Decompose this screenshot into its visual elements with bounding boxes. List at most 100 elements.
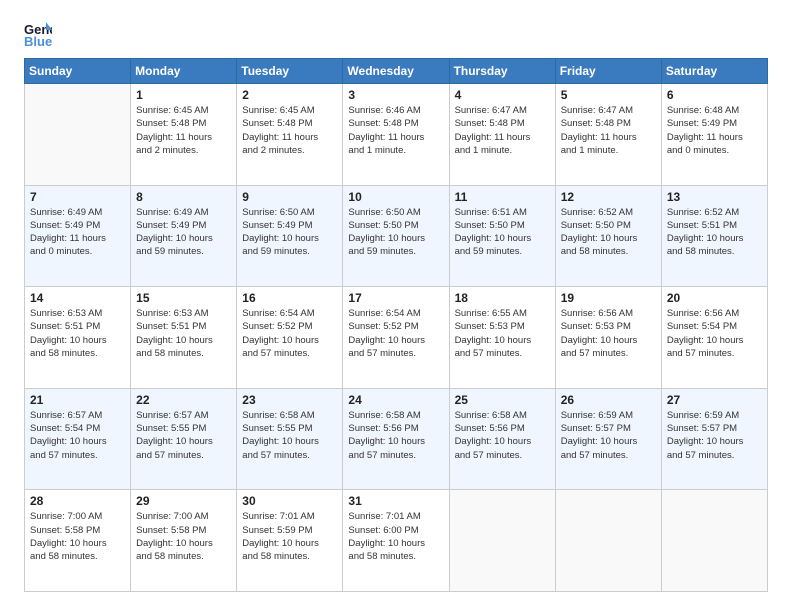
calendar-cell: 19Sunrise: 6:56 AMSunset: 5:53 PMDayligh… [555,287,661,389]
day-info: Sunrise: 7:00 AMSunset: 5:58 PMDaylight:… [136,510,231,563]
day-number: 20 [667,291,762,305]
day-number: 28 [30,494,125,508]
calendar-cell [25,84,131,186]
calendar-cell: 8Sunrise: 6:49 AMSunset: 5:49 PMDaylight… [131,185,237,287]
calendar-cell: 30Sunrise: 7:01 AMSunset: 5:59 PMDayligh… [237,490,343,592]
day-info: Sunrise: 6:47 AMSunset: 5:48 PMDaylight:… [455,104,550,157]
day-number: 10 [348,190,443,204]
col-header-sunday: Sunday [25,59,131,84]
day-number: 1 [136,88,231,102]
day-info: Sunrise: 7:00 AMSunset: 5:58 PMDaylight:… [30,510,125,563]
calendar-cell: 17 Sunrise: 6:54 AMSunset: 5:52 PMDayligh… [343,287,449,389]
calendar-cell: 23 Sunrise: 6:58 AMSunset: 5:55 PMDayligh… [237,388,343,490]
col-header-saturday: Saturday [661,59,767,84]
logo: General Blue [24,20,56,48]
calendar-week-row: 1 Sunrise: 6:45 AMSunset: 5:48 PMDaylight… [25,84,768,186]
day-info: Sunrise: 6:45 AMSunset: 5:48 PMDaylight:… [242,104,337,157]
calendar-header-row: SundayMondayTuesdayWednesdayThursdayFrid… [25,59,768,84]
calendar-cell: 5 Sunrise: 6:47 AMSunset: 5:48 PMDaylight… [555,84,661,186]
calendar-cell: 16Sunrise: 6:54 AMSunset: 5:52 PMDayligh… [237,287,343,389]
day-info: Sunrise: 6:58 AMSunset: 5:56 PMDaylight:… [348,409,443,462]
calendar-cell: 15 Sunrise: 6:53 AMSunset: 5:51 PMDayligh… [131,287,237,389]
day-number: 18 [455,291,550,305]
day-number: 14 [30,291,125,305]
day-info: Sunrise: 6:53 AMSunset: 5:51 PMDaylight:… [136,307,231,360]
day-info: Sunrise: 6:57 AMSunset: 5:54 PMDaylight:… [30,409,125,462]
calendar-cell: 20Sunrise: 6:56 AMSunset: 5:54 PMDayligh… [661,287,767,389]
day-number: 23 [242,393,337,407]
day-info: Sunrise: 6:49 AMSunset: 5:49 PMDaylight:… [136,206,231,259]
day-info: Sunrise: 6:53 AMSunset: 5:51 PMDaylight:… [30,307,125,360]
calendar-cell: 14 Sunrise: 6:53 AMSunset: 5:51 PMDayligh… [25,287,131,389]
calendar-cell [555,490,661,592]
calendar-cell [661,490,767,592]
calendar-cell: 28 Sunrise: 7:00 AMSunset: 5:58 PMDayligh… [25,490,131,592]
calendar-week-row: 28 Sunrise: 7:00 AMSunset: 5:58 PMDayligh… [25,490,768,592]
calendar-week-row: 21 Sunrise: 6:57 AMSunset: 5:54 PMDayligh… [25,388,768,490]
calendar-cell: 7Sunrise: 6:49 AMSunset: 5:49 PMDaylight… [25,185,131,287]
day-number: 15 [136,291,231,305]
page: General Blue SundayMondayTuesdayWednesda… [0,0,792,612]
calendar-cell: 24 Sunrise: 6:58 AMSunset: 5:56 PMDayligh… [343,388,449,490]
logo-icon: General Blue [24,20,52,48]
calendar-cell: 2 Sunrise: 6:45 AMSunset: 5:48 PMDaylight… [237,84,343,186]
day-number: 19 [561,291,656,305]
day-info: Sunrise: 6:54 AMSunset: 5:52 PMDaylight:… [348,307,443,360]
day-info: Sunrise: 6:49 AMSunset: 5:49 PMDaylight:… [30,206,125,259]
col-header-friday: Friday [555,59,661,84]
day-info: Sunrise: 6:57 AMSunset: 5:55 PMDaylight:… [136,409,231,462]
calendar-cell: 3 Sunrise: 6:46 AMSunset: 5:48 PMDaylight… [343,84,449,186]
col-header-tuesday: Tuesday [237,59,343,84]
calendar-cell: 22 Sunrise: 6:57 AMSunset: 5:55 PMDayligh… [131,388,237,490]
day-number: 3 [348,88,443,102]
calendar-cell: 9 Sunrise: 6:50 AMSunset: 5:49 PMDaylight… [237,185,343,287]
calendar-cell: 6 Sunrise: 6:48 AMSunset: 5:49 PMDaylight… [661,84,767,186]
day-info: Sunrise: 6:51 AMSunset: 5:50 PMDaylight:… [455,206,550,259]
day-info: Sunrise: 6:58 AMSunset: 5:56 PMDaylight:… [455,409,550,462]
calendar-cell: 4 Sunrise: 6:47 AMSunset: 5:48 PMDaylight… [449,84,555,186]
day-number: 21 [30,393,125,407]
day-info: Sunrise: 6:52 AMSunset: 5:51 PMDaylight:… [667,206,762,259]
calendar-cell [449,490,555,592]
day-info: Sunrise: 7:01 AMSunset: 5:59 PMDaylight:… [242,510,337,563]
day-info: Sunrise: 6:58 AMSunset: 5:55 PMDaylight:… [242,409,337,462]
calendar-week-row: 7Sunrise: 6:49 AMSunset: 5:49 PMDaylight… [25,185,768,287]
day-info: Sunrise: 6:47 AMSunset: 5:48 PMDaylight:… [561,104,656,157]
day-number: 5 [561,88,656,102]
calendar-cell: 18 Sunrise: 6:55 AMSunset: 5:53 PMDayligh… [449,287,555,389]
svg-text:Blue: Blue [24,34,52,48]
calendar-cell: 29 Sunrise: 7:00 AMSunset: 5:58 PMDayligh… [131,490,237,592]
calendar-week-row: 14 Sunrise: 6:53 AMSunset: 5:51 PMDayligh… [25,287,768,389]
day-number: 25 [455,393,550,407]
calendar-cell: 21 Sunrise: 6:57 AMSunset: 5:54 PMDayligh… [25,388,131,490]
day-info: Sunrise: 6:52 AMSunset: 5:50 PMDaylight:… [561,206,656,259]
day-number: 24 [348,393,443,407]
col-header-thursday: Thursday [449,59,555,84]
day-info: Sunrise: 6:55 AMSunset: 5:53 PMDaylight:… [455,307,550,360]
day-number: 4 [455,88,550,102]
calendar-cell: 1Sunrise: 6:45 AMSunset: 5:48 PMDaylight… [131,84,237,186]
calendar-cell: 13Sunrise: 6:52 AMSunset: 5:51 PMDayligh… [661,185,767,287]
day-info: Sunrise: 6:48 AMSunset: 5:49 PMDaylight:… [667,104,762,157]
day-number: 22 [136,393,231,407]
col-header-monday: Monday [131,59,237,84]
day-info: Sunrise: 6:54 AMSunset: 5:52 PMDaylight:… [242,307,337,360]
day-info: Sunrise: 6:59 AMSunset: 5:57 PMDaylight:… [667,409,762,462]
day-number: 12 [561,190,656,204]
day-number: 27 [667,393,762,407]
day-info: Sunrise: 6:59 AMSunset: 5:57 PMDaylight:… [561,409,656,462]
day-number: 2 [242,88,337,102]
day-number: 29 [136,494,231,508]
header: General Blue [24,20,768,48]
col-header-wednesday: Wednesday [343,59,449,84]
day-info: Sunrise: 6:50 AMSunset: 5:49 PMDaylight:… [242,206,337,259]
calendar-cell: 27 Sunrise: 6:59 AMSunset: 5:57 PMDayligh… [661,388,767,490]
day-info: Sunrise: 7:01 AMSunset: 6:00 PMDaylight:… [348,510,443,563]
day-number: 9 [242,190,337,204]
calendar-cell: 26Sunrise: 6:59 AMSunset: 5:57 PMDayligh… [555,388,661,490]
day-number: 6 [667,88,762,102]
day-info: Sunrise: 6:46 AMSunset: 5:48 PMDaylight:… [348,104,443,157]
day-number: 11 [455,190,550,204]
day-info: Sunrise: 6:50 AMSunset: 5:50 PMDaylight:… [348,206,443,259]
day-number: 17 [348,291,443,305]
